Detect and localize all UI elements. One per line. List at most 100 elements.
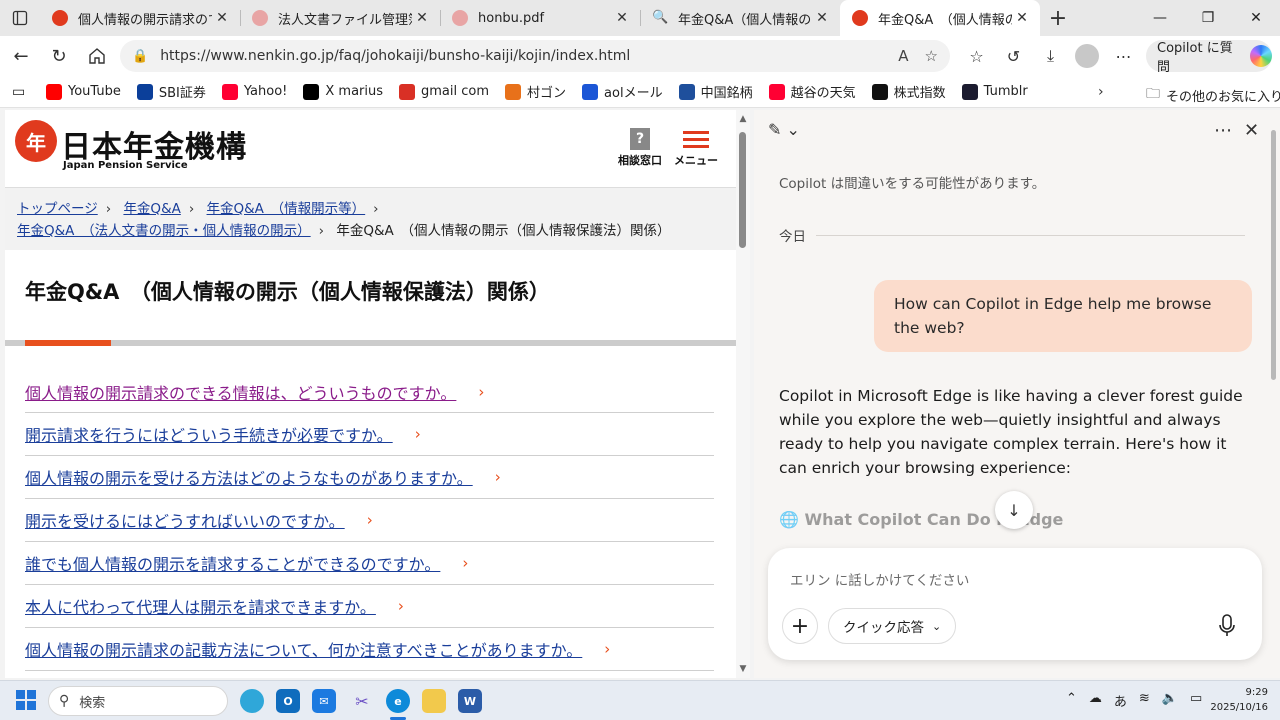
read-aloud-icon[interactable]: A <box>898 47 908 65</box>
downloads-icon[interactable]: ⤓ <box>1032 46 1069 66</box>
scroll-to-bottom-button[interactable]: ↓ <box>995 491 1033 529</box>
restore-icon[interactable]: ❐ <box>1184 0 1232 36</box>
menu-button[interactable]: メニュー <box>671 126 721 168</box>
ime-indicator[interactable]: あ <box>1114 691 1127 710</box>
clock[interactable]: 9:29 2025/10/16 <box>1208 685 1268 715</box>
favorite-item[interactable]: gmail com <box>399 83 489 100</box>
volume-icon[interactable]: 🔈 <box>1162 691 1178 710</box>
nenkin-favicon-icon <box>52 10 68 26</box>
faq-link[interactable]: 個人情報の開示を受ける方法はどのようなものがありますか。 <box>25 465 473 489</box>
breadcrumb-link[interactable]: 年金Q&A （情報開示等） <box>207 201 366 217</box>
back-button[interactable]: ← <box>2 40 40 72</box>
edge-dev-icon[interactable] <box>240 689 264 713</box>
page-scrollbar[interactable]: ▲ ▼ <box>736 110 750 678</box>
mail-icon[interactable]: ✉ <box>312 689 336 713</box>
windows-start-icon[interactable] <box>16 690 36 710</box>
lock-icon[interactable]: 🔒 <box>132 49 148 64</box>
favorites-overflow-chevron-icon[interactable]: › <box>1098 84 1104 100</box>
tab-close-icon[interactable]: ✕ <box>412 10 432 26</box>
faq-link[interactable]: 開示請求を行うにはどういう手続きが必要ですか。 <box>25 422 393 446</box>
scroll-up-icon[interactable]: ▲ <box>736 114 750 124</box>
edge-icon[interactable]: e <box>386 689 410 713</box>
faq-link[interactable]: 本人に代わって代理人は開示を請求できますか。 <box>25 594 376 618</box>
favorite-item[interactable]: 村ゴン <box>505 82 566 101</box>
copilot-scrollbar[interactable] <box>1268 110 1280 678</box>
chat-input[interactable]: エリン に話しかけてください <box>790 569 969 589</box>
faq-link[interactable]: 誰でも個人情報の開示を請求することができるのですか。 <box>25 551 440 575</box>
faq-item: 誰でも個人情報の開示を請求することができるのですか。 › <box>25 542 714 585</box>
add-attachment-button[interactable]: + <box>782 608 818 644</box>
tab-active[interactable]: 年金Q&A （個人情報の ✕ <box>840 0 1040 36</box>
faq-link[interactable]: 開示を受けるにはどうすればいいのですか。 <box>25 508 345 532</box>
refresh-button[interactable]: ↻ <box>40 40 78 72</box>
faq-item: 本人に代わって代理人は開示を請求できますか。 › <box>25 585 714 628</box>
breadcrumb-link[interactable]: トップページ <box>17 201 98 217</box>
favorites-icon[interactable]: ☆ <box>958 47 995 66</box>
favorite-item[interactable]: 株式指数 <box>871 82 946 101</box>
breadcrumb-separator-icon: › <box>373 201 379 217</box>
breadcrumb-link[interactable]: 年金Q&A <box>123 201 180 217</box>
outlook-icon[interactable]: O <box>276 689 300 713</box>
aol-icon <box>582 83 599 100</box>
tray-chevron-icon[interactable]: ⌃ <box>1066 691 1077 710</box>
snipping-tool-icon[interactable]: ✂ <box>350 689 374 713</box>
home-button[interactable] <box>78 40 116 72</box>
more-options-icon[interactable]: ⋯ <box>1214 120 1232 141</box>
minimize-icon[interactable]: — <box>1136 0 1184 36</box>
more-options-icon[interactable]: ⋯ <box>1105 47 1142 66</box>
favorite-item[interactable]: Tumblr <box>961 83 1028 100</box>
tab-close-icon[interactable]: ✕ <box>612 10 632 26</box>
jps-logo-icon[interactable]: 年 <box>15 120 57 162</box>
url-text[interactable]: https://www.nenkin.go.jp/faq/johokaiji/b… <box>160 48 882 64</box>
contact-button[interactable]: ? 相談窓口 <box>615 126 665 168</box>
tab-title: honbu.pdf <box>478 10 545 26</box>
window-close-icon[interactable]: ✕ <box>1232 0 1280 36</box>
history-icon[interactable]: ↺ <box>995 47 1032 66</box>
x-icon <box>303 83 320 100</box>
faq-link[interactable]: 個人情報の開示請求の記載方法について、何か注意すべきことがありますか。 <box>25 637 582 661</box>
wifi-icon[interactable]: ≋ <box>1139 691 1150 710</box>
tab-close-icon[interactable]: ✕ <box>812 10 832 26</box>
favorite-label: Tumblr <box>983 84 1028 99</box>
taskbar-search-placeholder: 検索 <box>79 695 106 711</box>
other-favorites[interactable]: 🗀 その他のお気に入り <box>1146 83 1280 107</box>
favorite-item[interactable]: 中国銘柄 <box>678 82 753 101</box>
cloud-icon[interactable]: ☁ <box>1089 691 1102 710</box>
favorite-item[interactable]: Yahoo! <box>221 83 287 100</box>
response-mode-dropdown[interactable]: クイック応答 ⌄ <box>828 608 957 644</box>
tab[interactable]: 個人情報の開示請求ので ✕ <box>40 0 240 36</box>
word-icon[interactable]: W <box>458 689 482 713</box>
tab[interactable]: 🔍 年金Q&A（個人情報の開示 ✕ <box>640 0 840 36</box>
bookmark-icon <box>505 83 522 100</box>
favorite-star-icon[interactable]: ☆ <box>925 47 938 65</box>
battery-icon[interactable]: ▭ <box>1190 691 1202 710</box>
profile-avatar[interactable] <box>1075 44 1099 68</box>
address-bar[interactable]: 🔒 https://www.nenkin.go.jp/faq/johokaiji… <box>120 40 950 72</box>
scroll-down-icon[interactable]: ▼ <box>736 664 750 674</box>
tab-actions-button[interactable] <box>0 0 40 36</box>
copilot-button[interactable]: Copilot に質問 <box>1146 40 1272 75</box>
site-favicon-icon <box>252 10 268 26</box>
tab-close-icon[interactable]: ✕ <box>1012 10 1032 26</box>
scrollbar-thumb[interactable] <box>739 132 746 248</box>
favorite-item[interactable]: aolメール <box>582 82 663 101</box>
favorite-item[interactable]: YouTube <box>46 83 121 100</box>
tab[interactable]: 法人文書ファイル管理簿（ ✕ <box>240 0 440 36</box>
file-explorer-icon[interactable] <box>422 689 446 713</box>
favorite-item[interactable]: X marius <box>303 83 383 100</box>
favorites-toggle-icon[interactable]: ▭ <box>12 84 30 100</box>
tab-close-icon[interactable]: ✕ <box>212 10 232 26</box>
favorite-item[interactable]: SBI証券 <box>136 82 206 101</box>
breadcrumb-link[interactable]: 年金Q&A （法人文書の開示・個人情報の開示） <box>17 223 311 239</box>
favorite-item[interactable]: 越谷の天気 <box>768 82 856 101</box>
faq-link[interactable]: 個人情報の開示請求のできる情報は、どういうものですか。 <box>25 380 456 404</box>
pane-close-icon[interactable]: ✕ <box>1244 120 1259 141</box>
scrollbar-thumb[interactable] <box>1271 130 1276 380</box>
new-tab-button[interactable]: + <box>1040 6 1076 31</box>
new-chat-icon[interactable]: ✎ ⌄ <box>768 120 800 139</box>
taskbar-search[interactable]: ⚲ 検索 <box>48 686 228 716</box>
tab[interactable]: honbu.pdf ✕ <box>440 0 640 36</box>
toolbar-icons: ☆ ↺ ⤓ ⋯ <box>958 40 1142 72</box>
favorite-label: 越谷の天気 <box>790 86 856 101</box>
microphone-button[interactable] <box>1214 612 1240 640</box>
